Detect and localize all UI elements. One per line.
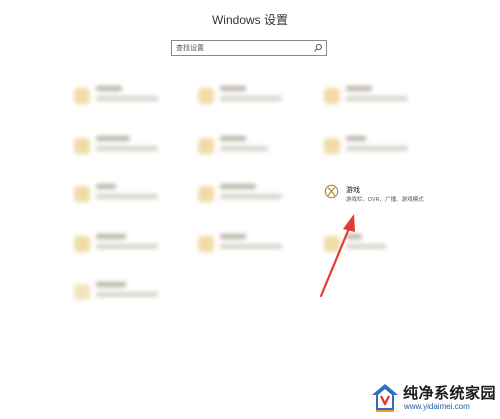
tile-icon [198, 236, 214, 252]
tile-icon [198, 88, 214, 104]
settings-tile[interactable] [74, 282, 184, 314]
settings-tile[interactable] [74, 234, 184, 266]
tile-icon [198, 138, 214, 154]
search-icon[interactable] [313, 43, 323, 53]
settings-tile[interactable] [74, 184, 184, 216]
house-logo-icon [372, 384, 398, 412]
settings-tile[interactable] [324, 86, 434, 118]
tile-icon [324, 88, 340, 104]
settings-tile[interactable] [74, 86, 184, 118]
tile-icon [198, 186, 214, 202]
search-box[interactable] [171, 40, 327, 56]
xbox-icon [324, 184, 339, 199]
search-input[interactable] [176, 42, 310, 54]
settings-tile[interactable] [74, 136, 184, 168]
page-title: Windows 设置 [211, 13, 288, 27]
settings-tile[interactable] [198, 234, 308, 266]
tile-icon [324, 138, 340, 154]
settings-tile[interactable] [198, 184, 308, 216]
watermark-url: www.yidaimei.com [404, 402, 470, 411]
settings-tile[interactable] [198, 136, 308, 168]
settings-tile[interactable] [324, 136, 434, 168]
tile-icon [74, 138, 90, 154]
watermark-name: 纯净系统家园 [403, 385, 497, 402]
gaming-description: 游戏栏、DVR、广播、游戏模式 [346, 197, 424, 203]
tile-icon [74, 186, 90, 202]
tile-icon [74, 284, 90, 300]
settings-tile[interactable] [198, 86, 308, 118]
tile-icon [324, 236, 340, 252]
tile-icon [74, 236, 90, 252]
tile-icon [74, 88, 90, 104]
settings-tile[interactable] [324, 234, 434, 266]
gaming-title: 游戏 [346, 187, 360, 194]
watermark: 纯净系统家园 www.yidaimei.com [370, 380, 498, 416]
